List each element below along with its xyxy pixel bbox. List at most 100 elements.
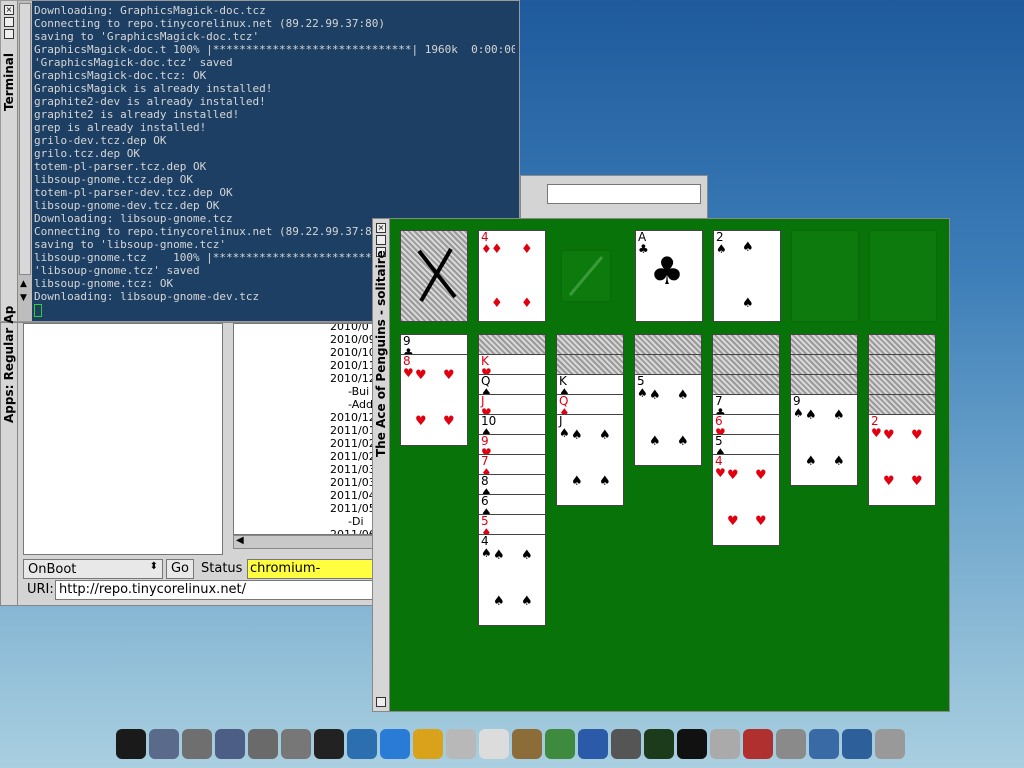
resize-icon[interactable] — [376, 697, 386, 707]
boot-select[interactable]: OnBoot ⬍ — [23, 559, 163, 579]
tableau-card[interactable]: 4 ♠ ♠ ♠ ♠ ♠ — [478, 534, 546, 626]
card-pip: ♠ — [521, 548, 533, 563]
editor-icon[interactable] — [446, 729, 476, 759]
music-icon[interactable] — [578, 729, 608, 759]
foundation-slot-3[interactable] — [791, 230, 859, 322]
foundation-card-2[interactable]: 2 ♠ ♠ ♠ — [713, 230, 781, 322]
globe-icon[interactable] — [842, 729, 872, 759]
tableau-card[interactable]: 5 ♠ ♠ ♠ ♠ ♠ — [634, 374, 702, 466]
console-icon[interactable] — [677, 729, 707, 759]
tableau-card[interactable]: J ♠ ♠ ♠ ♠ ♠ — [556, 414, 624, 506]
terminal-line: totem-pl-parser-dev.tcz.dep OK — [34, 186, 233, 199]
network-icon[interactable] — [875, 729, 905, 759]
card-suit: ♥ — [403, 366, 414, 380]
card-pip: ♠ — [805, 408, 817, 423]
paintbrush-icon[interactable] — [149, 729, 179, 759]
changelog-line: -Add — [348, 398, 374, 411]
foundation1-suit: ♣ — [638, 242, 649, 256]
tableau-card[interactable]: 2 ♥ ♥ ♥ ♥ ♥ — [868, 414, 936, 506]
telescope-icon[interactable] — [776, 729, 806, 759]
card-pip: ♥ — [755, 514, 767, 529]
close-icon[interactable]: × — [4, 5, 14, 15]
terminal-line: saving to 'GraphicsMagick-doc.tcz' — [34, 30, 260, 43]
boot-select-value: OnBoot — [28, 562, 77, 577]
go-button[interactable]: Go — [166, 559, 194, 579]
changelog-hscrollbar[interactable]: ◀ — [233, 535, 377, 549]
card-pip: ♥ — [911, 428, 923, 443]
status-field: chromium-browser.t — [247, 559, 377, 579]
card-pip: ♠ — [833, 454, 845, 469]
changelog-line: 2011/01 — [330, 424, 376, 437]
scroll-left-icon[interactable]: ◀ — [236, 535, 244, 546]
foundation-slot-4[interactable] — [869, 230, 937, 322]
browser-icon[interactable] — [347, 729, 377, 759]
gimp-icon[interactable] — [512, 729, 542, 759]
changelog-text[interactable]: 2010/0 2010/09 2010/10 2010/11 2010/12 -Bui -A… — [233, 323, 377, 535]
waste-card[interactable]: 4 ♦ ♦ ♦ ♦ ♦ — [478, 230, 546, 322]
maximize-icon[interactable] — [376, 235, 386, 245]
stock-pile[interactable] — [400, 230, 468, 322]
changelog-line: 2011/02 — [330, 437, 376, 450]
scroll-down-icon[interactable]: ▼ — [20, 293, 27, 303]
changelog-line: 2011/02 — [330, 450, 376, 463]
run-icon[interactable] — [248, 729, 278, 759]
terminal-line: totem-pl-parser.tcz.dep OK — [34, 160, 207, 173]
calendar-icon[interactable] — [710, 729, 740, 759]
apps-icon[interactable] — [182, 729, 212, 759]
redeal-x-icon — [417, 248, 457, 302]
printer-icon[interactable] — [281, 729, 311, 759]
apps-title: Apps: Regular Ap — [2, 305, 16, 423]
wallpaper-icon[interactable] — [809, 729, 839, 759]
uri-field[interactable]: http://repo.tinycorelinux.net/ — [55, 580, 377, 600]
changelog-line: 2010/10 — [330, 346, 376, 359]
terminal-icon[interactable] — [314, 729, 344, 759]
card-pip: ♠ — [493, 594, 505, 609]
power-icon[interactable] — [116, 729, 146, 759]
solitaire-titlebar[interactable]: × The Ace of Penguins - solitaire — [373, 219, 390, 711]
card-pip: ♠ — [677, 388, 689, 403]
solitaire-window[interactable]: × The Ace of Penguins - solitaire 4 ♦ ♦ ♦… — [372, 218, 950, 712]
card-pip: ♠ — [677, 434, 689, 449]
changelog-line: 2010/12 — [330, 372, 376, 385]
changelog-line: -Di — [348, 515, 364, 528]
terminal-scrollbar[interactable]: ▲ ▼ — [18, 1, 32, 321]
background-window[interactable] — [520, 175, 708, 219]
background-input[interactable] — [547, 184, 701, 204]
card-pip: ♠ — [599, 428, 611, 443]
foundation-card-1[interactable]: A ♣ ♣ — [635, 230, 703, 322]
terminal-titlebar[interactable]: × Terminal — [1, 1, 18, 321]
slash-icon — [568, 256, 604, 296]
terminal-line: Downloading: GraphicsMagick-doc.tcz — [34, 4, 266, 17]
system-monitor-icon[interactable] — [644, 729, 674, 759]
painter-icon[interactable] — [743, 729, 773, 759]
scrollbar-thumb[interactable] — [19, 3, 31, 275]
chart-icon[interactable] — [545, 729, 575, 759]
card-pip: ♥ — [727, 468, 739, 483]
terminal-line: GraphicsMagick is already installed! — [34, 82, 273, 95]
tableau-card[interactable]: 9 ♠ ♠ ♠ ♠ ♠ — [790, 394, 858, 486]
apps-list[interactable] — [23, 323, 223, 555]
close-icon[interactable]: × — [376, 223, 386, 233]
changelog-line: 2011/04 — [330, 489, 376, 502]
apps-window[interactable]: Apps: Regular Ap 2010/0 2010/09 2010/10 201… — [0, 306, 377, 606]
apps-titlebar[interactable]: Apps: Regular Ap — [1, 306, 18, 605]
scroll-up-icon[interactable]: ▲ — [20, 279, 27, 289]
tableau-card[interactable]: 8 ♥ ♥ ♥ ♥ ♥ — [400, 354, 468, 446]
terminal-line: GraphicsMagick-doc.t 100% |*************… — [34, 43, 515, 56]
card-pip: ♠ — [833, 408, 845, 423]
terminal-line: libsoup-gnome.tcz.dep OK — [34, 173, 193, 186]
minimize-icon[interactable] — [4, 29, 14, 39]
maximize-icon[interactable] — [4, 17, 14, 27]
font-icon[interactable] — [380, 729, 410, 759]
foundation-empty-marker[interactable] — [561, 250, 611, 302]
tableau-card[interactable]: 4 ♥ ♥ ♥ ♥ ♥ — [712, 454, 780, 546]
notes-icon[interactable] — [479, 729, 509, 759]
card-pip: ♠ — [649, 388, 661, 403]
calculator-icon[interactable] — [611, 729, 641, 759]
wizard-icon[interactable] — [413, 729, 443, 759]
status-label: Status — [201, 561, 243, 576]
card-pip: ♠ — [521, 594, 533, 609]
terminal-cursor — [34, 304, 42, 317]
mount-icon[interactable] — [215, 729, 245, 759]
card-pip: ♥ — [415, 368, 427, 383]
